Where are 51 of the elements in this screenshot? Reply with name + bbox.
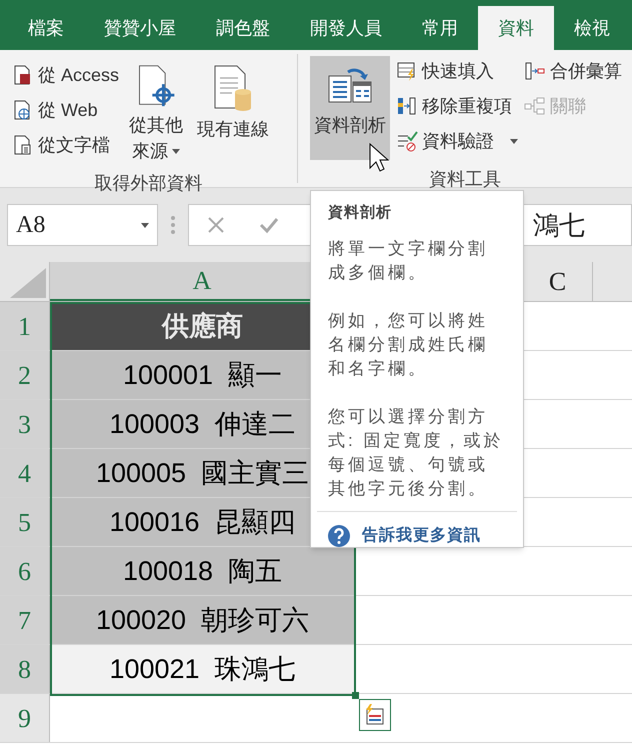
ribbon-tab[interactable]: 贊贊小屋 (84, 6, 196, 50)
group-label: 資料工具 (429, 168, 501, 191)
relationships-icon (524, 95, 546, 117)
ribbon-tab[interactable]: 檔案 (8, 6, 84, 50)
fill-handle[interactable] (352, 692, 359, 699)
flash-fill-options-icon[interactable] (359, 699, 391, 731)
ribbon-tab[interactable]: 資料 (478, 6, 554, 50)
check-icon[interactable] (259, 216, 279, 234)
ribbon-tab[interactable]: 常用 (402, 6, 478, 50)
ribbon-button[interactable]: 從文字檔 (12, 134, 120, 156)
data-validation-icon (396, 130, 418, 152)
ribbon-button[interactable]: 資料剖析 (310, 56, 390, 160)
row-header[interactable]: 8 (0, 645, 50, 693)
row-header[interactable]: 3 (0, 400, 50, 448)
dropdown-caret[interactable] (510, 138, 518, 144)
table-cell: 100021 珠鴻七 (50, 645, 355, 693)
row-header[interactable]: 7 (0, 596, 50, 644)
consolidate-icon (524, 60, 546, 82)
caret-icon (172, 148, 180, 154)
table-cell: 100018 陶五 (50, 547, 355, 595)
cancel-icon[interactable] (207, 216, 225, 234)
caret-icon (141, 222, 149, 228)
caret-icon (510, 138, 518, 144)
ribbon-button[interactable]: 資料驗證 (396, 130, 518, 152)
row-header[interactable]: 6 (0, 547, 50, 595)
ribbon-button[interactable]: 從其他 來源 (125, 60, 188, 164)
formula-value: 鴻七 (533, 210, 585, 242)
remove-duplicates-icon (396, 95, 418, 117)
ribbon-tab[interactable]: 開發人員 (290, 6, 402, 50)
ribbon-button[interactable]: 現有連線 (193, 60, 274, 164)
learn-more-link[interactable]: 告訴我更多資訊 (362, 524, 481, 548)
ribbon-tab[interactable]: 調色盤 (196, 6, 290, 50)
name-box[interactable]: A8 (7, 204, 158, 246)
ribbon-button[interactable]: 移除重複項 (396, 95, 518, 117)
ribbon-button[interactable]: 合併彙算 (524, 60, 622, 82)
table-cell: 100020 朝珍可六 (50, 596, 355, 644)
ribbon-button[interactable]: 從 Web (12, 99, 120, 121)
group-label: 取得外部資料 (94, 172, 202, 195)
ribbon-tab[interactable]: 檢視 (554, 6, 630, 50)
row-header[interactable]: 4 (0, 449, 50, 497)
drag-handle-icon (170, 215, 176, 235)
ribbon-button[interactable]: 快速填入 (396, 60, 518, 82)
mouse-cursor-icon (369, 143, 389, 173)
row-header[interactable]: 5 (0, 498, 50, 546)
select-all-icon[interactable] (10, 268, 46, 298)
ribbon-button[interactable]: 從 Access (12, 64, 120, 86)
row-header[interactable]: 1 (0, 302, 50, 350)
row-header[interactable]: 2 (0, 351, 50, 399)
dropdown-caret[interactable] (172, 148, 180, 154)
tooltip-title: 資料剖析 (328, 203, 393, 223)
row-header[interactable]: 9 (0, 694, 50, 742)
